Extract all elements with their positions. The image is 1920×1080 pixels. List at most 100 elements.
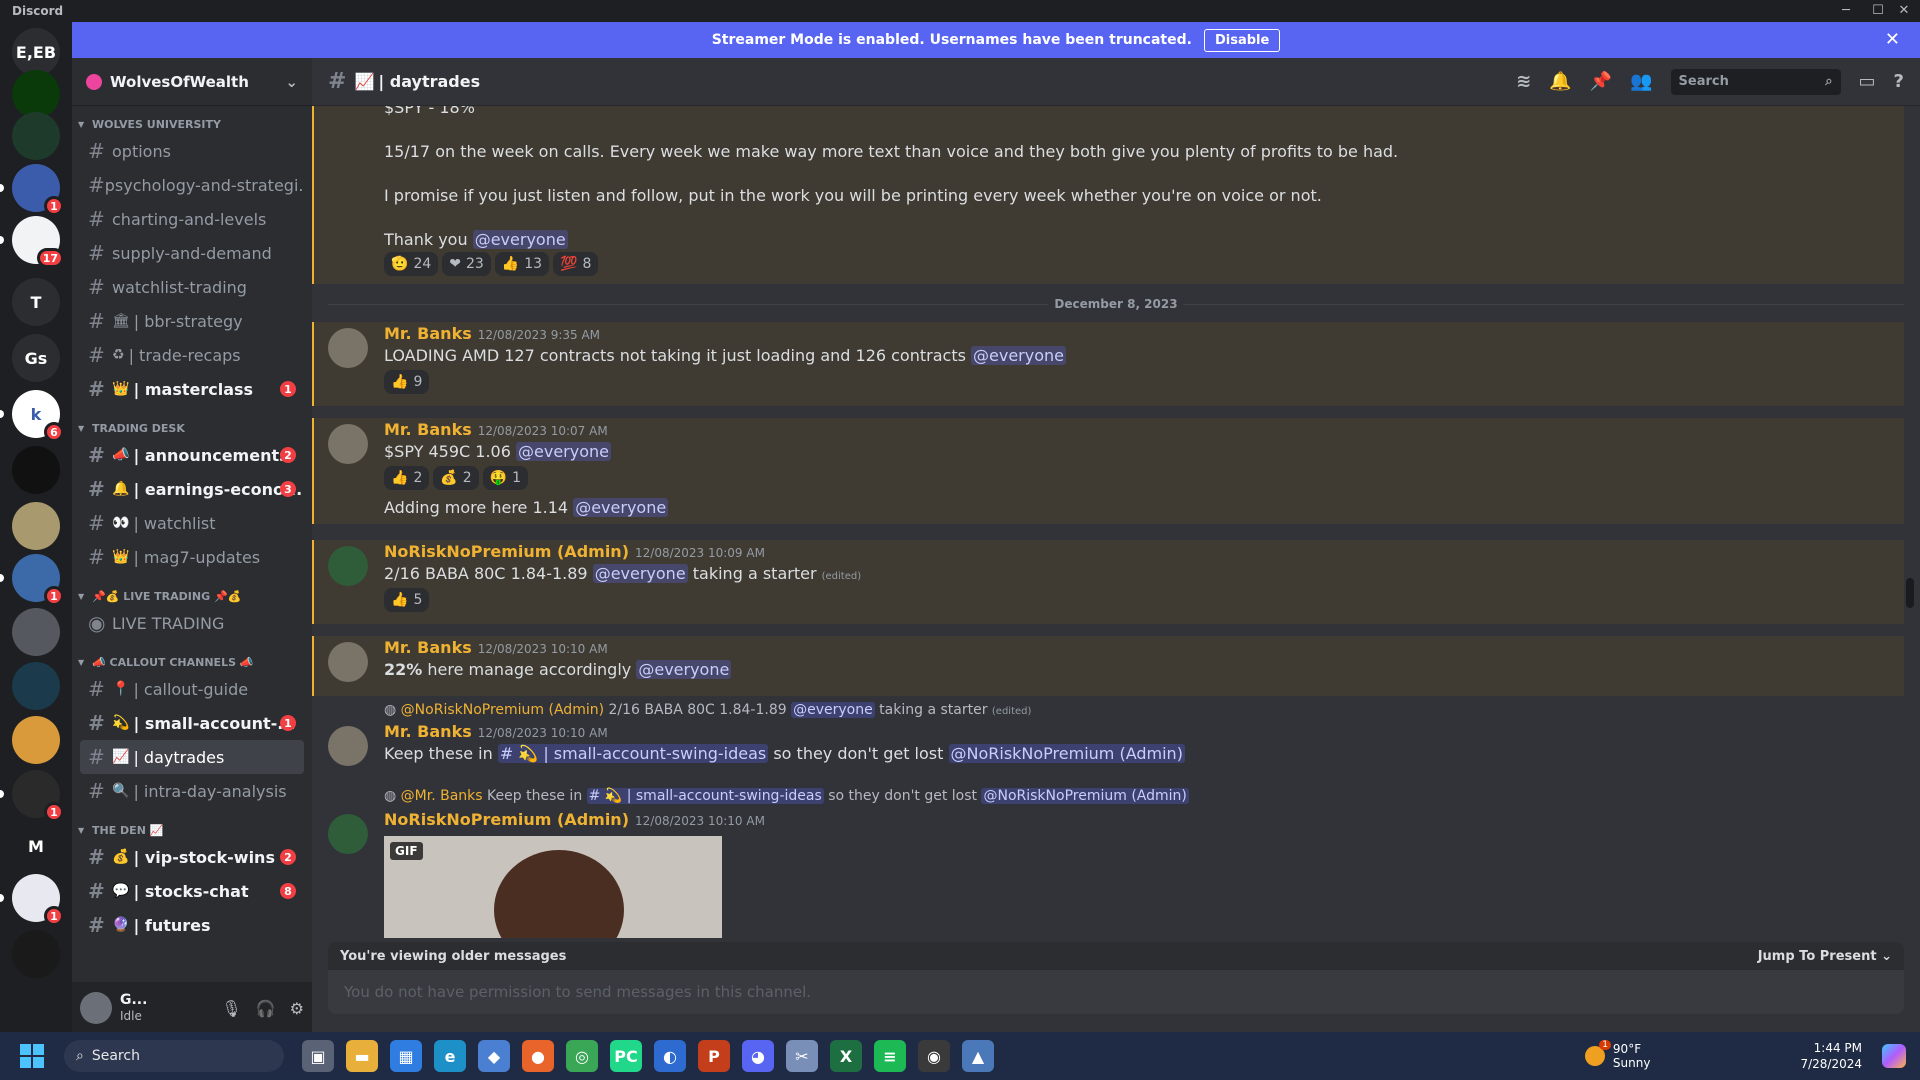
close-window-icon[interactable]: ✕ <box>1884 0 1920 22</box>
avatar[interactable] <box>328 726 368 766</box>
server-icon-15[interactable]: M <box>12 822 60 870</box>
server-icon-14[interactable]: 1 <box>12 770 64 822</box>
disable-streamer-button[interactable]: Disable <box>1203 28 1281 52</box>
category-header[interactable]: ▼ WOLVES UNIVERSITY <box>72 114 312 134</box>
reply-preview[interactable]: ◍ @Mr. Banks Keep these in # 💫 | small-a… <box>384 788 1189 804</box>
jump-to-present-button[interactable]: Jump To Present ⌄ <box>1758 949 1892 964</box>
everyone-mention[interactable]: @everyone <box>472 230 568 249</box>
avatar[interactable] <box>328 328 368 368</box>
server-icon-8[interactable] <box>12 446 60 494</box>
everyone-mention[interactable]: @everyone <box>636 660 732 679</box>
channel-item[interactable]: # 👑 | mag7-updates <box>80 540 304 574</box>
message-author[interactable]: NoRiskNoPremium (Admin) <box>384 810 629 829</box>
server-icon-16[interactable]: 1 <box>12 874 64 926</box>
headphones-icon[interactable]: 🎧 <box>256 999 276 1018</box>
reaction-button[interactable]: 👍 5 <box>384 588 430 612</box>
avatar[interactable] <box>328 546 368 586</box>
server-icon-9[interactable] <box>12 502 60 550</box>
server-icon-11[interactable] <box>12 608 60 656</box>
server-icon-13[interactable] <box>12 716 60 764</box>
channel-item[interactable]: # watchlist-trading <box>80 270 304 304</box>
reaction-button[interactable]: 💰 2 <box>433 466 479 490</box>
scrollbar[interactable] <box>1906 578 1914 608</box>
channel-link[interactable]: # 💫 | small-account-swing-ideas <box>497 744 769 763</box>
discord-icon[interactable]: ◕ <box>742 1040 774 1072</box>
channel-item[interactable]: # 🔔 | earnings-econo... 3 <box>80 472 304 506</box>
reply-preview[interactable]: ◍ @NoRiskNoPremium (Admin) 2/16 BABA 80C… <box>384 702 1031 718</box>
category-header[interactable]: ▼ 📌💰 LIVE TRADING 📌💰 <box>72 586 312 606</box>
channel-item[interactable]: # 💬 | stocks-chat 8 <box>80 874 304 908</box>
reaction-button[interactable]: 👍 2 <box>384 466 430 490</box>
channel-item[interactable]: # 🔍 | intra-day-analysis <box>80 774 304 808</box>
members-icon[interactable]: 👥 <box>1630 71 1652 92</box>
server-icon-5[interactable]: T <box>12 278 60 326</box>
channel-item[interactable]: # charting-and-levels <box>80 202 304 236</box>
threads-icon[interactable]: ≋ <box>1516 71 1531 92</box>
everyone-mention[interactable]: @everyone <box>573 498 669 517</box>
channel-item[interactable]: # ♻ | trade-recaps <box>80 338 304 372</box>
everyone-mention[interactable]: @everyone <box>592 564 688 583</box>
category-header[interactable]: ▼ TRADING DESK <box>72 418 312 438</box>
windows-start-icon[interactable] <box>20 1044 44 1068</box>
task-view-icon[interactable]: ▣ <box>302 1040 334 1072</box>
weather-widget[interactable]: 90°F Sunny <box>1613 1042 1651 1070</box>
channel-item[interactable]: # options <box>80 134 304 168</box>
message-author[interactable]: NoRiskNoPremium (Admin) <box>384 542 629 561</box>
edge-icon[interactable]: e <box>434 1040 466 1072</box>
file-explorer-icon[interactable]: ▬ <box>346 1040 378 1072</box>
server-icon-6[interactable]: Gs <box>12 334 60 382</box>
obs-icon[interactable]: ◉ <box>918 1040 950 1072</box>
reaction-button[interactable]: 👍 13 <box>494 252 550 276</box>
close-icon[interactable]: ✕ <box>1885 29 1900 50</box>
avatar[interactable] <box>328 424 368 464</box>
channel-item[interactable]: # 📍 | callout-guide <box>80 672 304 706</box>
server-icon-10[interactable]: 1 <box>12 554 64 606</box>
server-icon-17[interactable] <box>12 930 60 978</box>
pycharm-icon[interactable]: PC <box>610 1040 642 1072</box>
channel-item[interactable]: # 🏛 | bbr-strategy <box>80 304 304 338</box>
snipping-icon[interactable]: ✂ <box>786 1040 818 1072</box>
message-author[interactable]: Mr. Banks <box>384 638 472 657</box>
message-author[interactable]: Mr. Banks <box>384 722 472 741</box>
channel-item[interactable]: # 👀 | watchlist <box>80 506 304 540</box>
server-icon-12[interactable] <box>12 662 60 710</box>
weather-icon[interactable]: 1 <box>1584 1040 1611 1066</box>
channel-item[interactable]: # 👑 | masterclass 1 <box>80 372 304 406</box>
chevron-down-icon[interactable]: ⌄ <box>285 73 298 91</box>
gif-embed[interactable]: GIF <box>384 836 722 938</box>
message-author[interactable]: Mr. Banks <box>384 420 472 439</box>
inbox-icon[interactable]: ▭ <box>1859 71 1876 92</box>
everyone-mention[interactable]: @everyone <box>516 442 611 461</box>
message-author[interactable]: Mr. Banks <box>384 324 472 343</box>
server-icon-2[interactable] <box>12 112 60 160</box>
chrome-icon[interactable]: ◎ <box>566 1040 598 1072</box>
store-icon[interactable]: ▦ <box>390 1040 422 1072</box>
server-icon-7[interactable]: k6 <box>12 390 64 442</box>
channel-item[interactable]: # 🔮 | futures <box>80 908 304 942</box>
everyone-mention[interactable]: @everyone <box>971 346 1066 365</box>
category-header[interactable]: ▼ 📣 CALLOUT CHANNELS 📣 <box>72 652 312 672</box>
avatar[interactable] <box>328 814 368 854</box>
channel-item[interactable]: ◉ LIVE TRADING <box>80 606 304 640</box>
reaction-button[interactable]: 👍 9 <box>384 370 430 394</box>
reaction-button[interactable]: 🤑 1 <box>482 466 529 490</box>
channel-item[interactable]: # 📣 | announcements 2 <box>80 438 304 472</box>
microphone-icon[interactable]: 🎙 <box>221 999 241 1018</box>
pin-icon[interactable]: 📌 <box>1590 71 1612 92</box>
bell-icon[interactable]: 🔔 <box>1549 71 1571 92</box>
gear-icon[interactable]: ⚙ <box>290 999 304 1018</box>
photos-icon[interactable]: ▲ <box>962 1040 994 1072</box>
user-info[interactable]: G... Idle <box>120 992 147 1024</box>
taskbar-search[interactable]: ⌕ Search <box>64 1040 284 1072</box>
notes-icon[interactable]: ◐ <box>654 1040 686 1072</box>
server-icon-0[interactable]: E,EB <box>12 28 60 76</box>
clock[interactable]: 1:44 PM 7/28/2024 <box>1800 1040 1862 1072</box>
firefox-icon[interactable]: ● <box>522 1040 554 1072</box>
reaction-button[interactable]: 💯 8 <box>553 252 599 276</box>
server-icon-4[interactable]: 17 <box>12 216 64 268</box>
channel-item[interactable]: # 💰 | vip-stock-wins 2 <box>80 840 304 874</box>
excel-icon[interactable]: X <box>830 1040 862 1072</box>
avatar[interactable] <box>328 642 368 682</box>
avatar[interactable] <box>80 992 112 1024</box>
channel-item[interactable]: # 💫 | small-account-... 1 <box>80 706 304 740</box>
